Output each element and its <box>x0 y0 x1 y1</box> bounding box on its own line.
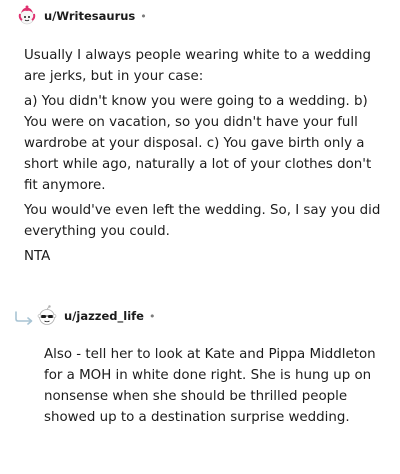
comment-body: Also - tell her to look at Kate and Pipp… <box>44 344 384 432</box>
comment-paragraph: Usually I always people wearing white to… <box>24 48 372 84</box>
comment-paragraph: a) You didn't know you were going to a w… <box>24 94 372 193</box>
comment-paragraph: NTA <box>24 249 51 264</box>
comment-paragraph: Also - tell her to look at Kate and Pipp… <box>44 347 376 425</box>
meta-separator: • <box>148 309 156 323</box>
comment-username[interactable]: u/jazzed_life <box>64 309 144 323</box>
reply-arrow-icon <box>14 310 36 325</box>
comment-body: Usually I always people wearing white to… <box>24 45 384 271</box>
meta-separator: • <box>140 9 147 23</box>
comment-username[interactable]: u/Writesaurus <box>44 9 135 23</box>
snoo-avatar-pink-icon[interactable] <box>16 5 38 27</box>
comment-paragraph: You would've even left the wedding. So, … <box>24 203 381 239</box>
comment-header: u/jazzed_life • <box>22 304 400 328</box>
comment-jazzed-life: u/jazzed_life • Also - tell her to look … <box>0 304 400 425</box>
comment-header: u/Writesaurus • <box>0 4 400 28</box>
snoo-avatar-sunglasses-icon[interactable] <box>36 305 58 327</box>
comment-writesaurus: u/Writesaurus • Usually I always people … <box>0 4 400 264</box>
